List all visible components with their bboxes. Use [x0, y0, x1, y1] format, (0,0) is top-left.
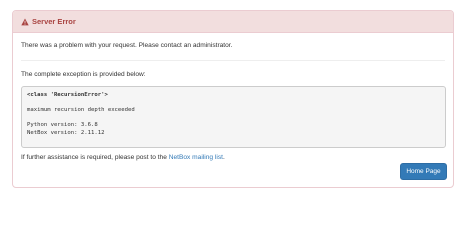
panel-heading: Server Error	[13, 11, 453, 33]
exception-block: <class 'RecursionError'> maximum recursi…	[21, 86, 446, 148]
home-page-button[interactable]: Home Page	[400, 163, 447, 180]
assistance-prefix: If further assistance is required, pleas…	[21, 154, 169, 161]
panel-title: Server Error	[32, 17, 76, 26]
exception-message: maximum recursion depth exceeded	[27, 107, 135, 114]
divider	[21, 60, 445, 61]
warning-icon	[21, 17, 29, 25]
error-panel: Server Error There was a problem with yo…	[12, 10, 454, 188]
panel-body: There was a problem with your request. P…	[13, 42, 453, 164]
problem-text: There was a problem with your request. P…	[21, 42, 233, 49]
assistance-suffix: .	[222, 154, 225, 161]
python-version: Python version: 3.6.8	[27, 122, 98, 129]
mailing-list-link[interactable]: NetBox mailing list	[169, 154, 223, 161]
netbox-version: NetBox version: 2.11.12	[27, 129, 105, 136]
assistance-text: If further assistance is required, pleas…	[21, 154, 445, 164]
exception-intro: The complete exception is provided below…	[21, 71, 146, 78]
exception-class: <class 'RecursionError'>	[27, 92, 108, 98]
